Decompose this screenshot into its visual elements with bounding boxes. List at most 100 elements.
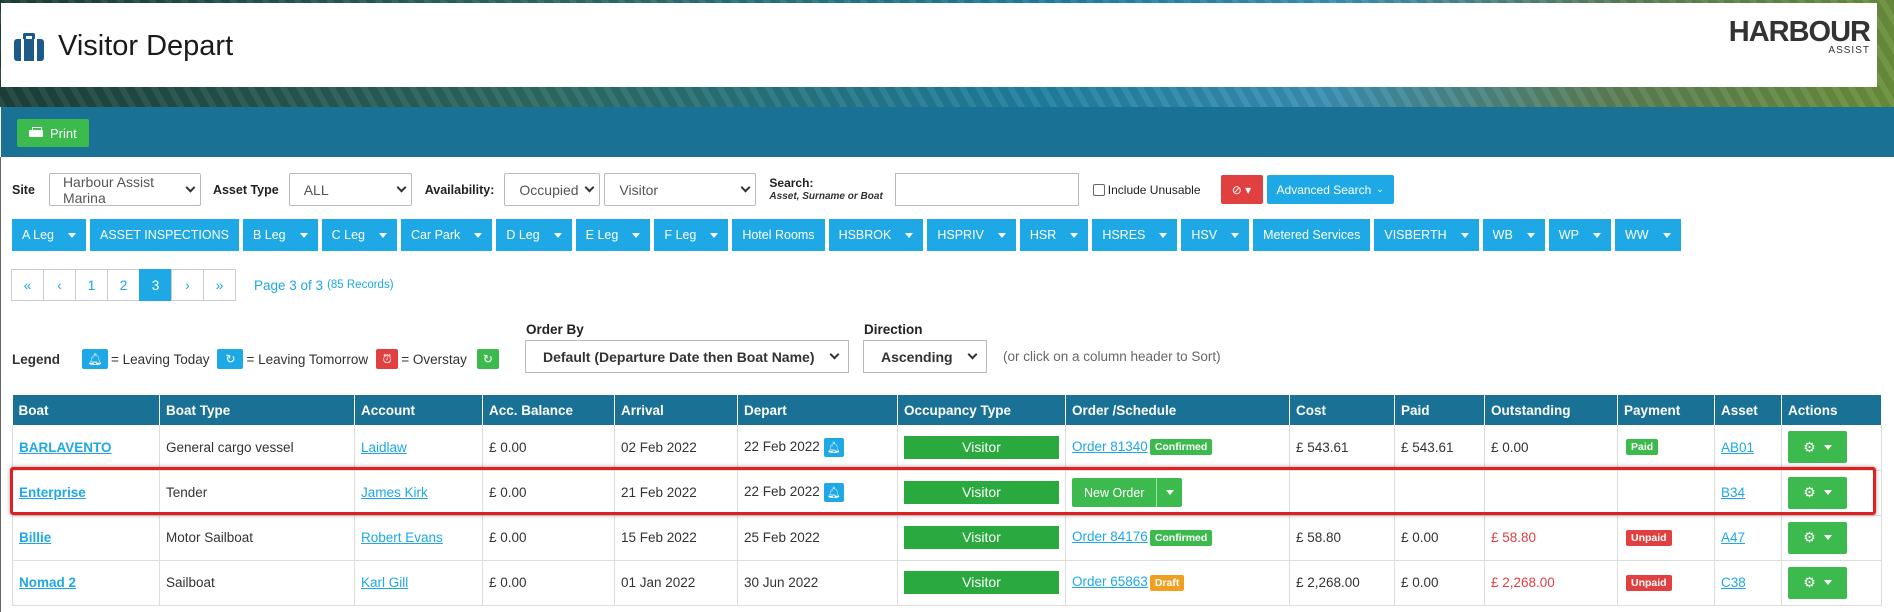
availability-value: Occupied: [519, 181, 579, 198]
include-unusable-checkbox[interactable]: [1092, 183, 1105, 196]
new-order-button[interactable]: New Order: [1072, 478, 1183, 507]
caret-down-icon: [378, 232, 387, 238]
chip-car-park[interactable]: Car Park: [400, 219, 493, 251]
chip-hotel-rooms[interactable]: Hotel Rooms: [732, 219, 825, 251]
col-account[interactable]: Account: [354, 395, 483, 425]
chip-e-leg[interactable]: E Leg: [575, 219, 651, 251]
col-cost[interactable]: Cost: [1289, 395, 1395, 425]
depart-date: 22 Feb 2022: [744, 438, 820, 454]
account-link[interactable]: Robert Evans: [361, 530, 443, 545]
col-arrival[interactable]: Arrival: [614, 395, 738, 425]
actions-button[interactable]: ⚙: [1788, 521, 1847, 554]
page-3[interactable]: 3: [139, 269, 172, 301]
asset-link[interactable]: AB01: [1721, 440, 1754, 455]
asset-link[interactable]: C38: [1721, 575, 1746, 590]
sort-hint: (or click on a column header to Sort): [1003, 349, 1221, 364]
search-input[interactable]: [894, 173, 1079, 206]
chip-asset-inspections[interactable]: ASSET INSPECTIONS: [89, 219, 239, 251]
asset-type-select[interactable]: ALL: [288, 173, 412, 206]
refresh-button[interactable]: ↻: [476, 349, 499, 369]
chevron-down-icon: [396, 182, 407, 193]
boat-link[interactable]: Billie: [19, 530, 51, 545]
caret-down-icon: [553, 232, 562, 238]
advanced-search-button[interactable]: Advanced Search ⌄: [1266, 175, 1394, 204]
boat-link[interactable]: Enterprise: [19, 485, 86, 500]
clear-filter-button[interactable]: ⊘ ▾: [1220, 175, 1263, 204]
chip-b-leg[interactable]: B Leg: [242, 219, 318, 251]
page-last[interactable]: »: [203, 269, 236, 301]
chip-visberth[interactable]: VISBERTH: [1374, 219, 1479, 251]
paid: £ 0.00: [1394, 515, 1485, 561]
col-boat[interactable]: Boat: [12, 395, 160, 425]
availability-select[interactable]: Occupied: [504, 173, 601, 206]
bell-icon: 🔔︎: [823, 483, 844, 502]
chip-hsbrok[interactable]: HSBROK: [828, 219, 924, 251]
order-cell: New Order: [1065, 470, 1290, 516]
gears-icon: ⚙: [1803, 438, 1816, 455]
chip-f-leg[interactable]: F Leg: [654, 219, 729, 251]
boat-link[interactable]: BARLAVENTO: [19, 440, 112, 455]
chevron-down-icon: [829, 349, 840, 360]
boat-link[interactable]: Nomad 2: [19, 575, 76, 590]
page-2[interactable]: 2: [107, 269, 140, 301]
chip-hsr[interactable]: HSR: [1019, 219, 1089, 251]
chip-hsv[interactable]: HSV: [1181, 219, 1250, 251]
chip-hsres[interactable]: HSRES: [1092, 219, 1178, 251]
account-link[interactable]: Laidlaw: [361, 440, 407, 455]
page-info: Page 3 of 3 (85 Records): [254, 277, 394, 293]
asset-link[interactable]: A47: [1721, 530, 1745, 545]
caret-down-icon: [1159, 232, 1168, 238]
chip-metered-services[interactable]: Metered Services: [1253, 219, 1371, 251]
print-button[interactable]: Print: [17, 119, 89, 147]
caret-down-icon: [474, 232, 483, 238]
account-link[interactable]: James Kirk: [361, 485, 428, 500]
page-next[interactable]: ›: [171, 269, 204, 301]
caret-down-icon[interactable]: [1156, 478, 1182, 507]
outstanding: £ 58.80: [1484, 515, 1618, 561]
page-prev[interactable]: ‹: [43, 269, 76, 301]
chip-a-leg[interactable]: A Leg: [12, 219, 86, 251]
col-boat-type[interactable]: Boat Type: [159, 395, 355, 425]
chip-wp[interactable]: WP: [1548, 219, 1611, 251]
toolbar: [1, 107, 1894, 157]
cost: £ 58.80: [1289, 515, 1395, 561]
visitor-type-select[interactable]: Visitor: [604, 173, 757, 206]
direction-select[interactable]: Ascending: [863, 340, 987, 373]
col-occupancy-type[interactable]: Occupancy Type: [897, 395, 1066, 425]
availability-label: Availability:: [424, 182, 495, 197]
outstanding: £ 0.00: [1484, 425, 1618, 471]
order-link[interactable]: Order 84176: [1072, 529, 1148, 544]
order-by-select[interactable]: Default (Departure Date then Boat Name): [525, 340, 849, 373]
order-link[interactable]: Order 81340: [1072, 439, 1148, 454]
filter-bar: Site Harbour Assist Marina Asset Type AL…: [12, 173, 1394, 206]
asset-type-label: Asset Type: [212, 182, 279, 197]
asset-link[interactable]: B34: [1721, 485, 1745, 500]
page-first[interactable]: «: [11, 269, 44, 301]
caret-down-icon: [710, 232, 719, 238]
col-asset[interactable]: Asset: [1714, 395, 1782, 425]
col-order-schedule[interactable]: Order /Schedule: [1065, 395, 1290, 425]
site-select[interactable]: Harbour Assist Marina: [48, 173, 201, 206]
occupancy-badge: Visitor: [904, 435, 1059, 459]
chip-d-leg[interactable]: D Leg: [496, 219, 572, 251]
col-paid[interactable]: Paid: [1394, 395, 1485, 425]
chip-ww[interactable]: WW: [1614, 219, 1681, 251]
actions-button[interactable]: ⚙: [1788, 431, 1847, 464]
table-row: Nomad 2 Sailboat Karl Gill £ 0.00 01 Jan…: [12, 560, 1882, 606]
chip-c-leg[interactable]: C Leg: [321, 219, 397, 251]
page-1[interactable]: 1: [75, 269, 108, 301]
outstanding: [1484, 470, 1618, 516]
actions-button[interactable]: ⚙: [1788, 476, 1847, 509]
caret-down-icon: [905, 232, 914, 238]
page-title: Visitor Depart: [14, 30, 233, 63]
col-acc-balance[interactable]: Acc. Balance: [482, 395, 615, 425]
col-payment[interactable]: Payment: [1617, 395, 1715, 425]
order-link[interactable]: Order 65863: [1072, 574, 1148, 589]
col-depart[interactable]: Depart: [737, 395, 898, 425]
order-cell: Order 84176 Confirmed: [1065, 515, 1290, 561]
account-link[interactable]: Karl Gill: [361, 575, 408, 590]
actions-button[interactable]: ⚙: [1788, 566, 1847, 599]
col-outstanding[interactable]: Outstanding: [1484, 395, 1618, 425]
chip-hspriv[interactable]: HSPRIV: [927, 219, 1016, 251]
chip-wb[interactable]: WB: [1482, 219, 1545, 251]
